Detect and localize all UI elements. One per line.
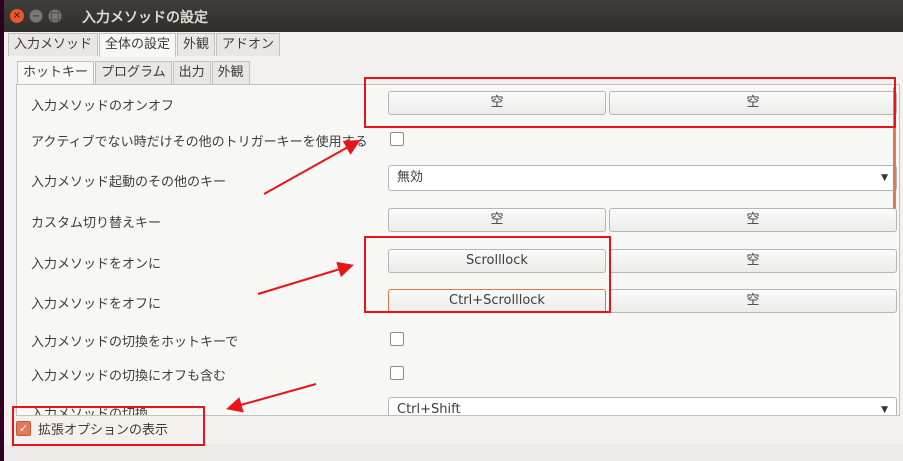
- annotation-arrows: [226, 140, 361, 413]
- arrow-to-on-off: [257, 261, 354, 295]
- arrow-to-extended: [226, 383, 317, 413]
- arrow-to-toggle: [263, 140, 361, 195]
